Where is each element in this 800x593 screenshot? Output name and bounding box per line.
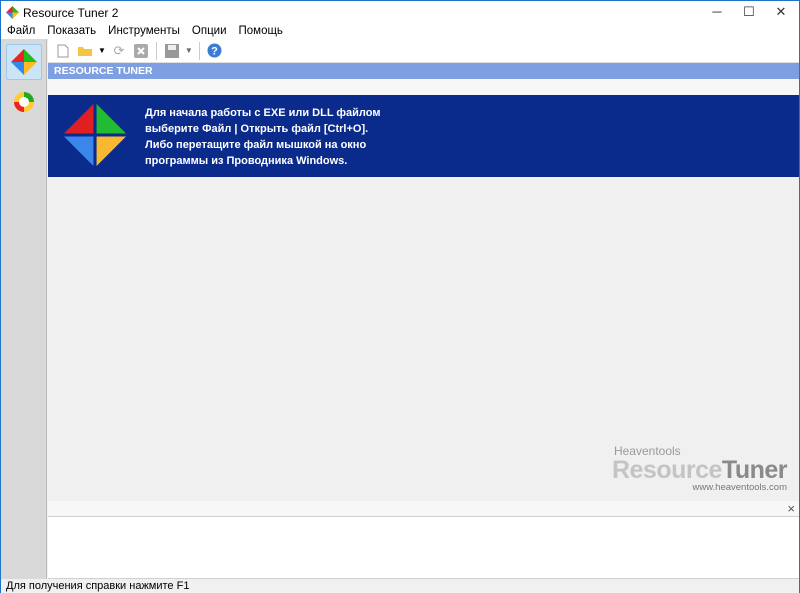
resource-editor-icon [14,92,34,112]
welcome-banner: Для начала работы с EXE или DLL файлом в… [48,95,799,177]
banner-line: Либо перетащите файл мышкой на окно [145,139,367,151]
resource-tuner-icon [11,49,37,75]
resource-tuner-nav-button[interactable] [6,44,42,80]
sidebar [1,39,47,579]
banner-line: выберите Файл | Открыть файл [Ctrl+O]. [145,123,369,135]
section-header: RESOURCE TUNER [48,63,799,79]
brand-product-b: Tuner [721,456,788,484]
brand-watermark: Heaventools ResourceTuner www.heaventool… [611,444,788,493]
bottom-panel [48,517,799,579]
open-dropdown-icon[interactable]: ▼ [98,46,106,55]
save-dropdown-icon[interactable]: ▼ [185,46,193,55]
close-file-icon[interactable] [132,42,150,60]
banner-line: Для начала работы с EXE или DLL файлом [145,107,381,119]
menu-file[interactable]: Файл [1,24,41,39]
panel-close-icon[interactable]: × [787,501,795,516]
minimize-button[interactable]: ─ [699,1,735,24]
banner-line: программы из Проводника Windows. [145,155,348,167]
title-bar: Resource Tuner 2 ─ ☐ ✕ [1,1,799,24]
open-folder-icon[interactable] [76,42,94,60]
window-title: Resource Tuner 2 [23,5,119,20]
header-strip [48,79,799,95]
maximize-button[interactable]: ☐ [731,1,767,24]
new-file-icon[interactable] [54,42,72,60]
brand-product-a: Resource [611,456,722,484]
menu-tools[interactable]: Инструменты [102,24,186,39]
menu-bar: Файл Показать Инструменты Опции Помощь [1,24,799,39]
close-button[interactable]: ✕ [763,1,799,24]
menu-options[interactable]: Опции [186,24,233,39]
menu-view[interactable]: Показать [41,24,102,39]
toolbar: ▼ ⟳ ▼ ? [48,39,799,63]
svg-text:?: ? [211,46,218,58]
toolbar-separator [155,41,157,60]
resource-tuner-logo [64,104,126,166]
status-bar: Для получения справки нажмите F1 [1,579,799,593]
resource-editor-nav-button[interactable] [6,84,42,120]
menu-help[interactable]: Помощь [233,24,289,39]
save-icon[interactable] [163,42,181,60]
app-icon [6,6,19,19]
bottom-panel-header: × [48,501,799,517]
refresh-icon[interactable]: ⟳ [110,42,128,60]
toolbar-separator [198,41,200,60]
help-icon[interactable]: ? [206,42,224,60]
